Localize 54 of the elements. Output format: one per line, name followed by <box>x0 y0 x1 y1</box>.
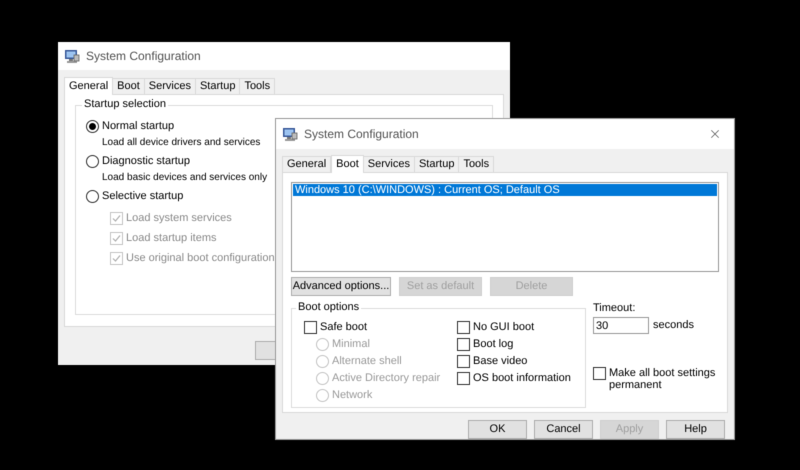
checkmark-icon <box>112 254 121 263</box>
dialog-button[interactable]: Cancel <box>534 420 593 439</box>
checkmark-icon <box>112 214 121 223</box>
checkbox-label: Make all boot settings permanent <box>609 367 716 391</box>
tab[interactable]: General <box>64 77 114 95</box>
tab[interactable]: Tools <box>459 156 494 172</box>
tab[interactable]: Services <box>364 156 415 172</box>
checkbox-label: Base video <box>473 356 528 367</box>
dialog-button[interactable]: Help <box>666 420 725 439</box>
checkbox-label: Safe boot <box>320 322 368 333</box>
dialog-button[interactable]: Advanced options... <box>291 277 391 296</box>
dialog-button[interactable]: OK <box>468 420 527 439</box>
checkbox-label: Load startup items <box>126 233 216 244</box>
option-description: Load all device drivers and services <box>101 138 262 148</box>
radio-label: Minimal <box>332 339 370 350</box>
checkbox-label: Boot log <box>473 339 514 350</box>
tab[interactable]: Startup <box>414 156 460 172</box>
radio-button[interactable] <box>86 155 99 168</box>
checkbox[interactable] <box>457 355 470 368</box>
boot-entry[interactable]: Windows 10 (C:\WINDOWS) : Current OS; Default OS <box>293 184 717 196</box>
radio-label: Network <box>332 390 372 401</box>
tab[interactable]: Startup <box>196 78 240 94</box>
radio-button[interactable] <box>86 120 99 133</box>
window-title: System Configuration <box>86 48 201 65</box>
option-description: Load basic devices and services only <box>101 173 268 183</box>
checkbox[interactable] <box>457 338 470 351</box>
radio-label: Active Directory repair <box>332 373 440 384</box>
radio-label: Alternate shell <box>332 356 402 367</box>
checkbox-label: Load system services <box>126 213 232 224</box>
option-label: Selective startup <box>102 191 184 202</box>
computer-icon <box>282 126 298 142</box>
window-title: System Configuration <box>304 126 420 143</box>
group-label: Boot options <box>296 302 362 313</box>
option-label: Normal startup <box>102 121 174 132</box>
group-label: Startup selection <box>82 99 168 110</box>
checkbox[interactable] <box>593 367 606 380</box>
checkbox-label: OS boot information <box>473 373 571 384</box>
tab[interactable]: Tools <box>240 78 276 94</box>
tab[interactable]: Services <box>144 78 196 94</box>
checkbox[interactable] <box>304 321 317 334</box>
timeout-label: Timeout: <box>593 303 636 314</box>
tab[interactable]: General <box>282 156 332 172</box>
checkmark-icon <box>112 234 121 243</box>
checkbox-label: No GUI boot <box>473 322 534 333</box>
unit-label: seconds <box>653 320 694 331</box>
tab[interactable]: Boot <box>113 78 145 94</box>
checkbox[interactable] <box>457 372 470 385</box>
tab[interactable]: Boot <box>331 155 364 173</box>
computer-icon <box>64 48 80 64</box>
checkbox[interactable] <box>457 321 470 334</box>
radio-button[interactable] <box>86 190 99 203</box>
timeout-field[interactable]: 30 <box>593 317 649 334</box>
option-label: Diagnostic startup <box>102 156 190 167</box>
checkbox-label: Use original boot configuration <box>126 253 275 264</box>
